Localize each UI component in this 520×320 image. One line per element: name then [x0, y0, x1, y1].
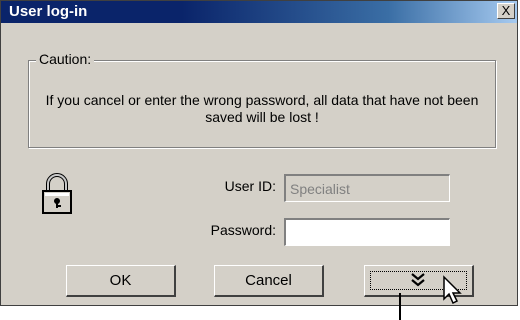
dialog-title: User log-in: [9, 3, 88, 20]
title-bar[interactable]: User log-in X: [1, 1, 517, 23]
double-chevron-down-icon: [411, 273, 425, 287]
callout-line: [399, 293, 401, 320]
ok-button[interactable]: OK: [66, 265, 176, 297]
lock-icon: [40, 172, 74, 216]
cancel-button[interactable]: Cancel: [214, 265, 324, 297]
user-id-label: User ID:: [224, 178, 276, 194]
caution-legend: Caution:: [36, 51, 95, 67]
close-button[interactable]: X: [497, 3, 515, 19]
mouse-pointer-icon: [443, 275, 462, 305]
caution-message: If you cancel or enter the wrong passwor…: [45, 92, 479, 125]
user-id-field[interactable]: [284, 174, 450, 202]
login-dialog: User log-in X: [0, 0, 518, 306]
password-label: Password:: [210, 222, 276, 238]
password-field[interactable]: [284, 218, 450, 246]
